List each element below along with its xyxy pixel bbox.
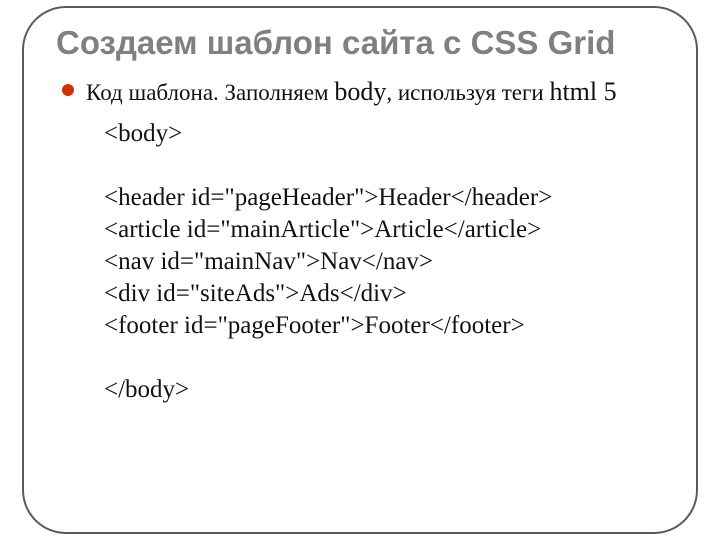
subtitle-row: Код шаблона. Заполняем body, используя т… <box>62 76 664 109</box>
code-line-5: <div id="siteAds">Ads</div> <box>104 280 407 307</box>
code-block: <body> <header id="pageHeader">Header</h… <box>104 118 604 406</box>
slide-frame: Создаем шаблон сайта с CSS Grid Код шабл… <box>22 6 698 534</box>
code-line-3: <article id="mainArticle">Article</artic… <box>104 216 541 243</box>
code-line-1: <body> <box>104 120 182 147</box>
slide-subtitle: Код шаблона. Заполняем body, используя т… <box>86 76 617 109</box>
subtitle-part2: , используя теги <box>386 80 549 105</box>
code-line-7: </body> <box>104 376 189 403</box>
subtitle-body-word: body <box>334 77 386 106</box>
code-line-4: <nav id="mainNav">Nav</nav> <box>104 248 433 275</box>
slide-title: Создаем шаблон сайта с CSS Grid <box>56 24 664 62</box>
subtitle-part1: Код шаблона. Заполняем <box>86 80 334 105</box>
code-line-2: <header id="pageHeader">Header</header> <box>104 184 552 211</box>
bullet-icon <box>62 84 74 96</box>
subtitle-html5: html 5 <box>549 77 616 106</box>
code-line-6: <footer id="pageFooter">Footer</footer> <box>104 312 525 339</box>
